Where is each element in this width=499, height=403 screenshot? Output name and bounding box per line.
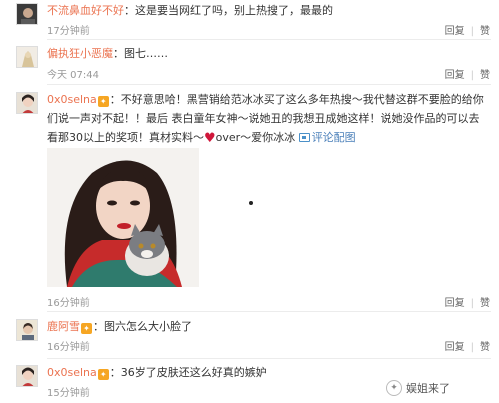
reply-button[interactable]: 回复 bbox=[445, 338, 465, 353]
divider bbox=[47, 84, 491, 85]
reply-button[interactable]: 回复 bbox=[445, 22, 465, 37]
like-button[interactable]: 赞 bbox=[480, 22, 490, 37]
divider bbox=[47, 311, 491, 312]
comment-actions: 回复 | 赞 bbox=[445, 66, 490, 81]
username-link[interactable]: 鹿阿雪 bbox=[47, 320, 80, 333]
like-button[interactable]: 赞 bbox=[480, 294, 490, 309]
divider bbox=[47, 39, 491, 40]
comment-photo[interactable] bbox=[47, 148, 199, 287]
comment-image-link[interactable]: 评论配图 bbox=[298, 131, 356, 144]
link-label: 评论配图 bbox=[311, 131, 356, 144]
vip-badge-icon: ✦ bbox=[97, 369, 109, 380]
heart-icon: ♥ bbox=[204, 131, 216, 146]
image-link-icon bbox=[298, 133, 310, 142]
watermark: ✦ 娱姐来了 bbox=[386, 379, 450, 397]
avatar[interactable] bbox=[16, 319, 38, 341]
comment-time: 16分钟前 bbox=[47, 342, 90, 353]
comment-body: ：图七…… bbox=[113, 47, 168, 60]
comment-text: 0x0selna ✦ ：36岁了皮肤还这么好真的嫉妒 bbox=[47, 363, 267, 382]
like-button[interactable]: 赞 bbox=[480, 66, 490, 81]
avatar[interactable] bbox=[16, 3, 38, 25]
like-button[interactable]: 赞 bbox=[480, 338, 490, 353]
comment-text: 不流鼻血好不好：这是要当网红了吗，别上热搜了，最最的 bbox=[47, 1, 333, 20]
comment-item: 不流鼻血好不好：这是要当网红了吗，别上热搜了，最最的 17分钟前 回复 | 赞 bbox=[0, 0, 499, 38]
comment-actions: 回复 | 赞 bbox=[445, 22, 490, 37]
comment-body: ：36岁了皮肤还这么好真的嫉妒 bbox=[109, 366, 267, 379]
comment-text: 鹿阿雪 ✦ ：图六怎么大小脸了 bbox=[47, 317, 192, 336]
reply-button[interactable]: 回复 bbox=[445, 66, 465, 81]
comment-text: 偏执狂小恶魔：图七…… bbox=[47, 44, 168, 63]
username-link[interactable]: 0x0selna bbox=[47, 93, 97, 106]
comment-time: 16分钟前 bbox=[47, 298, 90, 309]
avatar[interactable] bbox=[16, 92, 38, 114]
vip-badge-icon: ✦ bbox=[97, 96, 109, 107]
comment-item: 偏执狂小恶魔：图七…… 今天 07:44 回复 | 赞 bbox=[0, 44, 499, 82]
cursor-dot bbox=[249, 201, 253, 205]
avatar[interactable] bbox=[16, 365, 38, 387]
username-link[interactable]: 0x0selna bbox=[47, 366, 97, 379]
vip-badge-icon: ✦ bbox=[81, 323, 92, 334]
divider bbox=[47, 358, 491, 359]
comment-text: 0x0selna ✦ ：不好意思哈！黑营销给范冰冰买了这么多年热搜～我代替这群不要脸… bbox=[47, 90, 487, 148]
watermark-text: 娱姐来了 bbox=[406, 382, 450, 395]
username-link[interactable]: 偏执狂小恶魔 bbox=[47, 47, 113, 60]
wechat-logo-icon: ✦ bbox=[386, 380, 402, 396]
comment-body-end: over～爱你冰冰 bbox=[215, 131, 296, 144]
comment-time: 今天 07:44 bbox=[47, 70, 99, 81]
comment-item: 鹿阿雪 ✦ ：图六怎么大小脸了 16分钟前 回复 | 赞 bbox=[0, 316, 499, 356]
comment-time: 17分钟前 bbox=[47, 26, 90, 37]
avatar[interactable] bbox=[16, 46, 38, 68]
comment-time: 15分钟前 bbox=[47, 388, 90, 399]
comment-actions: 回复 | 赞 bbox=[445, 338, 490, 353]
username-link[interactable]: 不流鼻血好不好 bbox=[47, 4, 124, 17]
comment-actions: 回复 | 赞 bbox=[445, 294, 490, 309]
comment-body: ：这是要当网红了吗，别上热搜了，最最的 bbox=[124, 4, 333, 17]
comment-body: ：图六怎么大小脸了 bbox=[93, 320, 192, 333]
reply-button[interactable]: 回复 bbox=[445, 294, 465, 309]
